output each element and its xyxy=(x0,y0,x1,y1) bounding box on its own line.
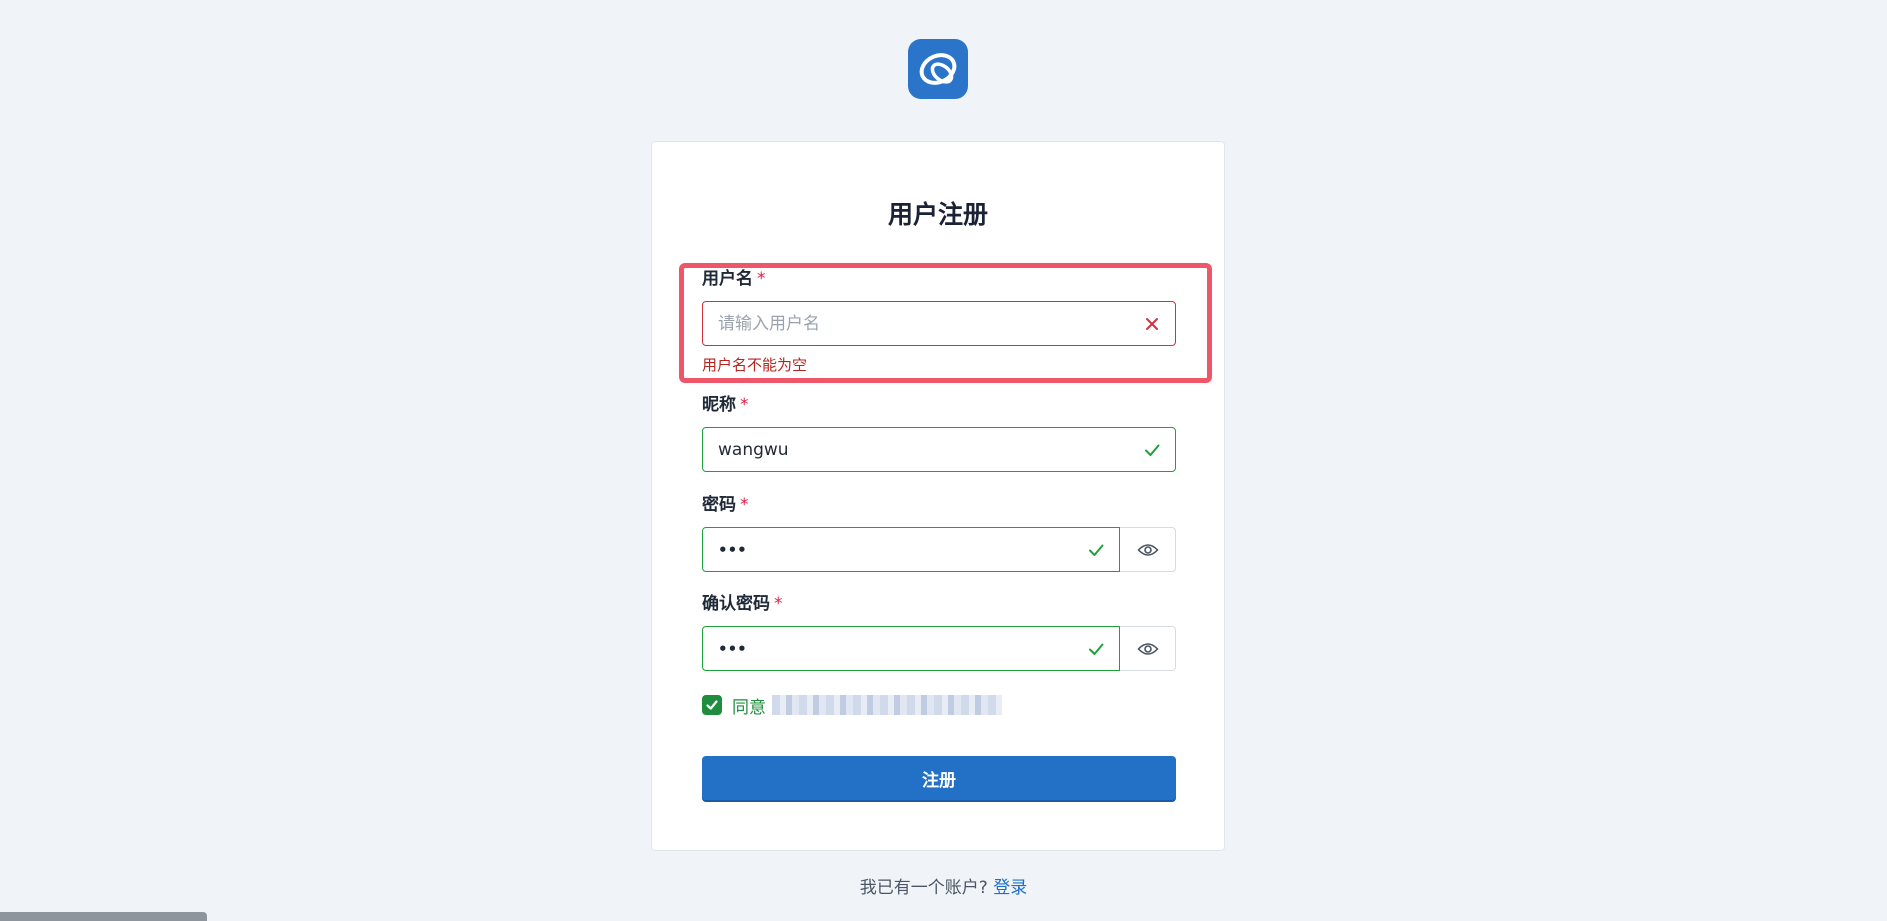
check-icon xyxy=(1129,441,1175,459)
confirm-password-input-wrapper xyxy=(702,626,1120,671)
page-title: 用户注册 xyxy=(887,200,988,229)
register-button[interactable]: 注册 xyxy=(702,756,1176,800)
required-mark: * xyxy=(740,395,749,415)
nickname-input-wrapper xyxy=(702,427,1176,472)
toggle-confirm-password-visibility-button[interactable] xyxy=(1120,626,1176,671)
nickname-field-group: 昵称 * xyxy=(702,394,1176,474)
username-error-message: 用户名不能为空 xyxy=(702,356,808,374)
agreement-row: 同意 xyxy=(702,693,1002,718)
register-card: 用户注册 用户名* 用户名不能为空 昵称* 密码* xyxy=(651,141,1225,851)
checkmark-icon xyxy=(706,700,718,710)
app-logo-icon xyxy=(919,53,957,85)
username-input-wrapper xyxy=(702,301,1176,346)
login-link[interactable]: 登录 xyxy=(993,878,1027,898)
toggle-password-visibility-button[interactable] xyxy=(1120,527,1176,572)
redacted-agreement-link[interactable] xyxy=(772,695,1002,715)
app-logo xyxy=(908,39,968,99)
required-mark: * xyxy=(774,594,783,614)
confirm-password-label: 确认密码 * xyxy=(702,594,783,614)
nickname-input[interactable] xyxy=(703,428,1129,471)
check-icon xyxy=(1073,640,1119,658)
status-tooltip-fragment xyxy=(0,912,207,921)
password-label: 密码 * xyxy=(702,495,749,515)
password-field-group: 密码 * xyxy=(702,494,1176,574)
password-input-wrapper xyxy=(702,527,1120,572)
required-mark: * xyxy=(757,269,766,289)
username-input[interactable] xyxy=(703,302,1129,345)
required-mark: * xyxy=(740,495,749,515)
confirm-password-field-group: 确认密码 * xyxy=(702,593,1176,673)
eye-icon xyxy=(1136,543,1159,556)
login-prompt-text: 我已有一个账户? xyxy=(859,878,988,898)
eye-icon xyxy=(1136,642,1159,655)
confirm-password-input[interactable] xyxy=(703,627,1073,670)
error-x-icon xyxy=(1129,316,1175,332)
username-label: 用户名 * xyxy=(702,269,766,289)
check-icon xyxy=(1073,541,1119,559)
username-field-group: 用户名* 用户名不能为空 xyxy=(702,268,1176,378)
agreement-label: 同意 xyxy=(732,697,766,718)
nickname-label: 昵称 * xyxy=(702,395,749,415)
login-prompt: 我已有一个账户? 登录 xyxy=(0,873,1887,898)
agreement-checkbox[interactable] xyxy=(702,695,722,715)
password-input[interactable] xyxy=(703,528,1073,571)
